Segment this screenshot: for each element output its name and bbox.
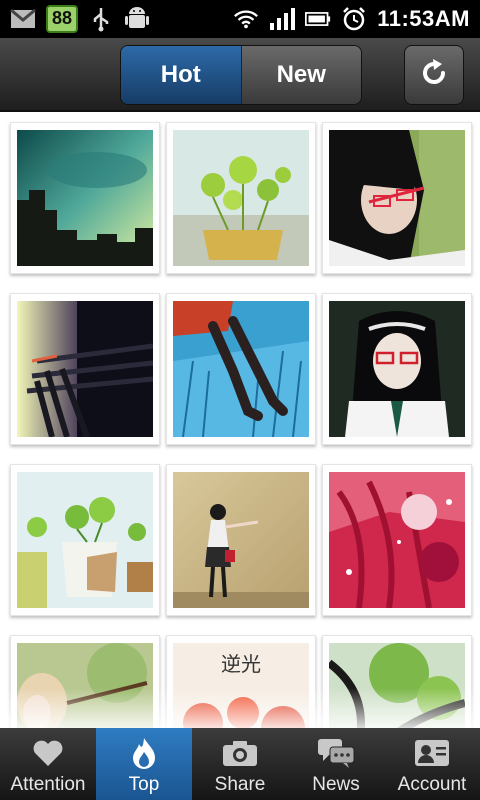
tab-news-label: News <box>312 774 360 795</box>
photo-tile[interactable] <box>166 122 316 274</box>
photo-tile[interactable] <box>10 122 160 274</box>
tab-top-label: Top <box>128 774 160 795</box>
plant-pot-photo <box>17 472 153 608</box>
usb-icon <box>88 6 114 32</box>
legs-blue-grass-photo <box>173 301 309 437</box>
girl-portrait-photo <box>329 301 465 437</box>
heart-icon <box>0 736 96 770</box>
tab-attention[interactable]: Attention <box>0 728 96 800</box>
photo-tile[interactable] <box>166 293 316 445</box>
girl-by-wall-photo <box>173 472 309 608</box>
red-hair-photo <box>329 472 465 608</box>
android-debug-icon <box>124 6 150 32</box>
photo-tile[interactable] <box>10 464 160 616</box>
photo-caption: 逆光 <box>221 652 261 676</box>
refresh-icon <box>417 56 451 95</box>
camera-icon <box>192 736 288 770</box>
sort-segmented-control: Hot New <box>120 45 362 105</box>
photo-tile[interactable] <box>166 464 316 616</box>
photo-tile[interactable] <box>322 293 472 445</box>
tab-share-label: Share <box>214 774 266 795</box>
tab-account-label: Account <box>397 774 467 795</box>
chat-bubbles-icon <box>288 736 384 770</box>
photo-tile[interactable] <box>10 293 160 445</box>
girl-glasses-photo <box>329 130 465 266</box>
status-clock: 11:53AM <box>377 6 470 31</box>
status-bar: 88 11:53AM <box>0 0 480 38</box>
gmail-icon <box>10 6 36 32</box>
bottom-tab-bar: Attention Top Share News Account <box>0 728 480 800</box>
photo-grid: 逆光 <box>0 112 480 728</box>
tab-new[interactable]: New <box>240 46 361 104</box>
photo-tile[interactable] <box>322 122 472 274</box>
railing-sunset-photo <box>17 301 153 437</box>
notification-count-badge: 88 <box>46 5 79 33</box>
city-sky-photo <box>17 130 153 266</box>
app-header: Hot New <box>0 38 480 112</box>
tab-attention-label: Attention <box>10 774 86 795</box>
wifi-icon <box>233 6 259 32</box>
id-card-icon <box>384 736 480 770</box>
signal-icon <box>269 6 296 32</box>
photo-tile[interactable] <box>322 464 472 616</box>
refresh-button[interactable] <box>404 45 464 105</box>
tab-top[interactable]: Top <box>96 728 192 800</box>
grid-bottom-fade <box>0 688 480 728</box>
tab-account[interactable]: Account <box>384 728 480 800</box>
flame-icon <box>96 736 192 770</box>
tab-share[interactable]: Share <box>192 728 288 800</box>
tab-news[interactable]: News <box>288 728 384 800</box>
alarm-icon <box>341 6 367 32</box>
potted-plant-photo <box>173 130 309 266</box>
tab-hot[interactable]: Hot <box>121 46 241 104</box>
battery-icon <box>305 6 331 32</box>
